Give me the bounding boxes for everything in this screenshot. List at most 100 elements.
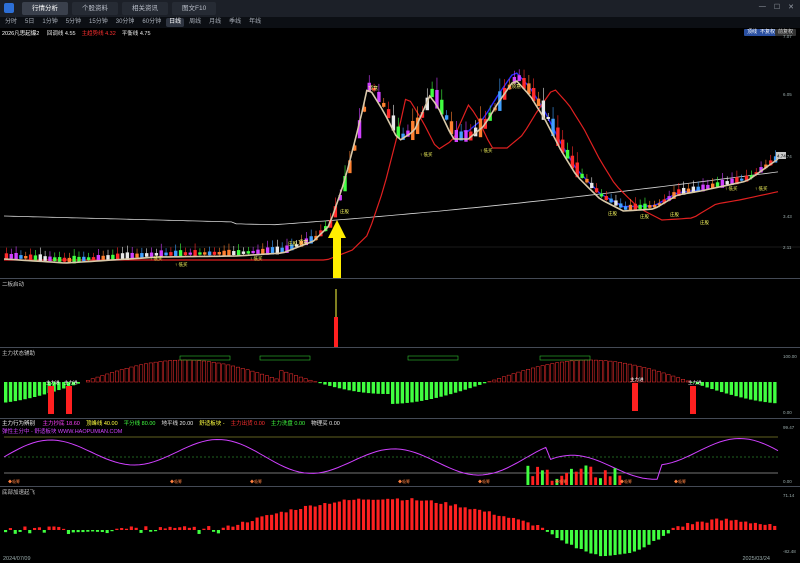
momentum-bar: [657, 530, 661, 540]
status-bar-down: [410, 382, 414, 403]
period-8[interactable]: 周线: [186, 18, 204, 27]
period-9[interactable]: 月线: [206, 18, 224, 27]
wash-bar: [526, 465, 530, 485]
status-bar-up: [289, 373, 294, 383]
momentum-bar: [216, 530, 220, 534]
period-6[interactable]: 60分钟: [139, 18, 164, 27]
minimize-icon[interactable]: —: [759, 3, 766, 11]
momentum-bar: [294, 509, 298, 530]
momentum-bar: [763, 524, 767, 530]
period-4[interactable]: 15分钟: [86, 18, 111, 27]
momentum-bar: [768, 524, 772, 530]
momentum-bar: [531, 525, 535, 530]
status-bar-up: [240, 368, 245, 383]
momentum-bar: [690, 524, 695, 530]
panel4-chart[interactable]: ◆吸筹 ◆吸筹 ◆吸筹 ◆吸筹 ◆吸筹 ◆吸筹 ◆吸筹 ◆吸筹 99.47 0.00: [0, 419, 800, 487]
main-in-bar-1: [66, 386, 72, 414]
momentum-bar: [124, 528, 129, 530]
tab-1[interactable]: 个股资料: [72, 2, 118, 15]
period-1[interactable]: 5日: [22, 18, 37, 27]
momentum-bar: [361, 499, 366, 530]
momentum-bar: [415, 500, 419, 530]
period-11[interactable]: 年线: [246, 18, 264, 27]
panel2-chart[interactable]: [0, 279, 800, 347]
panel5-chart[interactable]: 71.14 -82.48: [0, 487, 800, 557]
momentum-bar: [313, 506, 317, 530]
momentum-bar: [202, 528, 206, 530]
close-icon[interactable]: ✕: [788, 3, 794, 11]
status-bar-down: [28, 382, 32, 399]
candle: [57, 257, 62, 262]
candle: [696, 186, 700, 191]
absorb-mark-0: ◆吸筹: [8, 478, 20, 484]
status-bar-up: [187, 359, 192, 383]
status-bar-up: [85, 380, 90, 383]
status-bar-up: [211, 361, 216, 383]
status-bar-up: [105, 373, 110, 383]
period-0[interactable]: 分时: [2, 18, 20, 27]
momentum-bar: [589, 530, 593, 554]
momentum-bar: [129, 526, 133, 530]
momentum-bar: [410, 498, 414, 530]
momentum-bar: [574, 530, 578, 549]
absorb-mark-6: ◆吸筹: [620, 478, 632, 484]
momentum-bar: [158, 527, 162, 530]
momentum-bar: [76, 530, 80, 533]
status-bar-down: [347, 382, 351, 391]
period-3[interactable]: 5分钟: [63, 18, 84, 27]
momentum-bar: [57, 526, 61, 530]
momentum-bar: [149, 530, 153, 532]
status-bar-up: [206, 361, 211, 383]
main-in-bar-2: [632, 383, 638, 411]
status-bar-up: [589, 359, 593, 383]
green-strip-1: [259, 355, 311, 361]
candle: [261, 248, 265, 255]
tab-0[interactable]: 行情分析: [22, 2, 68, 15]
status-bar-up: [579, 359, 584, 383]
status-bar-down: [391, 382, 395, 404]
status-bar-up: [264, 375, 269, 383]
candle: [77, 256, 81, 262]
momentum-bar: [681, 526, 685, 530]
main-axis-label-0: 7.07: [783, 34, 792, 39]
status-bar-down: [439, 382, 443, 397]
panel3-chart[interactable]: 主力进 主力进主力进主力进100.000.00: [0, 348, 800, 418]
status-bar-up: [226, 364, 231, 383]
period-10[interactable]: 季线: [226, 18, 244, 27]
momentum-bar: [120, 528, 124, 530]
momentum-bar: [376, 499, 380, 530]
main-candlestick-chart[interactable]: 顶意 顶意顶意↑ 低买↑ 低买↑ 低买↑ 低买↑ 低买↑ 低买 ↑ 低买庄股庄股 庄股…: [0, 28, 800, 278]
period-2[interactable]: 1分钟: [39, 18, 60, 27]
maximize-icon[interactable]: ☐: [774, 3, 780, 11]
wash-bar: [579, 468, 583, 485]
momentum-bar: [550, 530, 554, 535]
momentum-bar: [739, 521, 743, 530]
buy-label-2: ↑ 低买: [250, 255, 263, 262]
momentum-bar: [405, 500, 409, 530]
status-bar-up: [618, 362, 622, 383]
momentum-bar: [652, 530, 656, 541]
tab-2[interactable]: 相关资讯: [122, 2, 168, 15]
status-bar-down: [444, 382, 448, 396]
momentum-bar: [536, 525, 540, 530]
candle: [256, 249, 260, 254]
momentum-bar: [241, 521, 245, 530]
tab-3[interactable]: 图文F10: [172, 2, 217, 15]
momentum-bar: [250, 521, 254, 530]
momentum-bar: [81, 530, 85, 533]
status-bar-down: [37, 382, 42, 396]
status-bar-down: [453, 382, 458, 393]
status-bar-up: [497, 378, 502, 383]
status-bar-up: [279, 370, 284, 383]
momentum-bar: [284, 512, 288, 530]
momentum-bar: [705, 522, 709, 530]
momentum-bar: [444, 502, 448, 530]
absorb-mark-4: ◆吸筹: [478, 478, 490, 484]
period-7[interactable]: 日线: [166, 18, 185, 27]
wash-bar: [599, 478, 602, 485]
momentum-bar: [497, 515, 501, 530]
status-bar-up: [221, 363, 226, 383]
candle: [169, 252, 173, 256]
period-5[interactable]: 30分钟: [113, 18, 138, 27]
status-bar-up: [661, 372, 666, 383]
